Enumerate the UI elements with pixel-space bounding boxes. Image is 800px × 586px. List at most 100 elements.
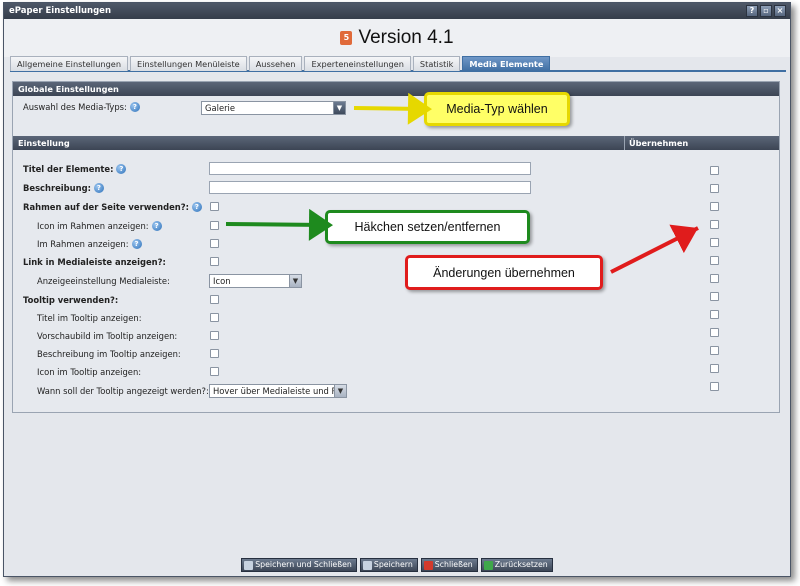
row-tooltip-when: Wann soll der Tooltip angezeigt werden?: <box>37 386 209 396</box>
version-header: 5 Version 4.1 <box>4 19 790 57</box>
media-type-label-row: Auswahl des Media-Typs: ? <box>23 102 140 112</box>
global-settings-header: Globale Einstellungen <box>13 82 779 96</box>
apply-tooltip-when-checkbox[interactable] <box>710 382 719 391</box>
title-elements-label: Titel der Elemente: <box>23 164 114 174</box>
html5-icon: 5 <box>340 31 353 45</box>
frame-on-page-checkbox[interactable] <box>210 202 219 211</box>
callout-media-type: Media-Typ wählen <box>424 92 570 126</box>
in-frame-checkbox[interactable] <box>210 239 219 248</box>
close-button[interactable]: Schließen <box>420 558 478 572</box>
apply-frame-on-page-checkbox[interactable] <box>710 202 719 211</box>
link-medialeiste-checkbox[interactable] <box>210 257 219 266</box>
in-frame-label: Im Rahmen anzeigen: <box>37 239 129 249</box>
tooltip-icon-label: Icon im Tooltip anzeigen: <box>37 367 142 377</box>
tab-menubar[interactable]: Einstellungen Menüleiste <box>130 56 247 71</box>
display-setting-label: Anzeigeeinstellung Medialeiste: <box>37 276 170 286</box>
restore-window-icon[interactable]: ▫ <box>760 5 772 17</box>
help-window-icon[interactable]: ? <box>746 5 758 17</box>
apply-title-elements-checkbox[interactable] <box>710 166 719 175</box>
apply-description-checkbox[interactable] <box>710 184 719 193</box>
description-input[interactable] <box>209 181 531 194</box>
tooltip-when-select[interactable]: Hover über Medialeiste und Ral ▼ <box>209 384 347 398</box>
media-type-select[interactable]: Galerie ▼ <box>201 101 346 115</box>
row-tooltip-icon: Icon im Tooltip anzeigen: <box>37 367 141 377</box>
tooltip-use-label: Tooltip verwenden?: <box>23 295 119 305</box>
reset-button[interactable]: Zurücksetzen <box>480 558 553 572</box>
tab-media-elements[interactable]: Media Elemente <box>462 56 551 71</box>
close-window-icon[interactable]: × <box>774 5 786 17</box>
apply-in-frame-checkbox[interactable] <box>710 238 719 247</box>
row-link-medialeiste: Link in Medialeiste anzeigen?: <box>23 257 166 267</box>
version-label: Version 4.1 <box>358 27 454 48</box>
icon-in-frame-label: Icon im Rahmen anzeigen: <box>37 221 149 231</box>
tooltip-description-label: Beschreibung im Tooltip anzeigen: <box>37 349 181 359</box>
tab-statistics[interactable]: Statistik <box>412 56 461 71</box>
apply-tooltip-use-checkbox[interactable] <box>710 292 719 301</box>
tooltip-use-checkbox[interactable] <box>210 295 219 304</box>
tab-appearance[interactable]: Aussehen <box>248 56 303 71</box>
save-button[interactable]: Speichern <box>359 558 418 572</box>
row-icon-in-frame: Icon im Rahmen anzeigen: ? <box>37 221 162 231</box>
column-apply-header: Übernehmen <box>624 136 688 150</box>
disk-icon <box>244 560 254 570</box>
row-tooltip-description: Beschreibung im Tooltip anzeigen: <box>37 349 181 359</box>
callout-apply: Änderungen übernehmen <box>405 255 603 290</box>
chevron-down-icon: ▼ <box>289 275 301 287</box>
row-title-elements: Titel der Elemente: ? <box>23 164 127 174</box>
tooltip-when-label: Wann soll der Tooltip angezeigt werden?: <box>37 386 209 396</box>
save-close-button[interactable]: Speichern und Schließen <box>241 558 357 572</box>
tooltip-preview-checkbox[interactable] <box>210 331 219 340</box>
apply-icon-in-frame-checkbox[interactable] <box>710 220 719 229</box>
tab-bar: Allgemeine Einstellungen Einstellungen M… <box>10 56 786 72</box>
apply-tooltip-description-checkbox[interactable] <box>710 346 719 355</box>
title-elements-input[interactable] <box>209 162 531 175</box>
tooltip-title-label: Titel im Tooltip anzeigen: <box>37 313 142 323</box>
apply-display-setting-checkbox[interactable] <box>710 274 719 283</box>
media-type-label: Auswahl des Media-Typs: <box>23 102 127 112</box>
icon-in-frame-checkbox[interactable] <box>210 221 219 230</box>
tooltip-description-checkbox[interactable] <box>210 349 219 358</box>
tooltip-preview-label: Vorschaubild im Tooltip anzeigen: <box>37 331 178 341</box>
window-titlebar: ePaper Einstellungen ? ▫ × <box>4 3 790 19</box>
row-display-setting: Anzeigeeinstellung Medialeiste: <box>37 276 170 286</box>
row-frame-on-page: Rahmen auf der Seite verwenden?: ? <box>23 202 202 212</box>
apply-tooltip-preview-checkbox[interactable] <box>710 328 719 337</box>
help-icon[interactable]: ? <box>93 183 104 193</box>
apply-tooltip-icon-checkbox[interactable] <box>710 364 719 373</box>
display-setting-select[interactable]: Icon ▼ <box>209 274 302 288</box>
media-elements-panel: Globale Einstellungen Auswahl des Media-… <box>12 81 780 413</box>
description-label: Beschreibung: <box>23 183 91 193</box>
frame-on-page-label: Rahmen auf der Seite verwenden?: <box>23 202 189 212</box>
tab-general[interactable]: Allgemeine Einstellungen <box>10 56 129 71</box>
settings-window: ePaper Einstellungen ? ▫ × 5 Version 4.1… <box>3 2 791 577</box>
link-medialeiste-label: Link in Medialeiste anzeigen?: <box>23 257 166 267</box>
display-setting-value: Icon <box>213 276 231 286</box>
tab-expert[interactable]: Experteneinstellungen <box>304 56 411 71</box>
reset-icon <box>483 560 493 570</box>
help-icon[interactable]: ? <box>191 202 202 212</box>
help-icon[interactable]: ? <box>116 164 127 174</box>
row-description: Beschreibung: ? <box>23 183 104 193</box>
callout-checkbox: Häkchen setzen/entfernen <box>325 210 530 244</box>
tooltip-title-checkbox[interactable] <box>210 313 219 322</box>
row-tooltip-use: Tooltip verwenden?: <box>23 295 118 305</box>
apply-link-medialeiste-checkbox[interactable] <box>710 256 719 265</box>
column-setting-header: Einstellung <box>18 138 70 148</box>
media-type-value: Galerie <box>205 103 236 113</box>
window-title: ePaper Einstellungen <box>9 6 111 16</box>
chevron-down-icon: ▼ <box>333 102 345 114</box>
row-in-frame: Im Rahmen anzeigen: ? <box>37 239 142 249</box>
row-tooltip-preview: Vorschaubild im Tooltip anzeigen: <box>37 331 177 341</box>
window-controls: ? ▫ × <box>746 5 786 17</box>
settings-table-header: Einstellung Übernehmen <box>13 136 779 150</box>
help-icon[interactable]: ? <box>131 239 142 249</box>
tooltip-icon-checkbox[interactable] <box>210 367 219 376</box>
close-icon <box>423 560 433 570</box>
footer-toolbar: Speichern und Schließen Speichern Schlie… <box>4 554 790 576</box>
help-icon[interactable]: ? <box>151 221 162 231</box>
chevron-down-icon: ▼ <box>334 385 346 397</box>
help-icon[interactable]: ? <box>129 102 140 112</box>
row-tooltip-title: Titel im Tooltip anzeigen: <box>37 313 142 323</box>
apply-tooltip-title-checkbox[interactable] <box>710 310 719 319</box>
disk-icon <box>362 560 372 570</box>
